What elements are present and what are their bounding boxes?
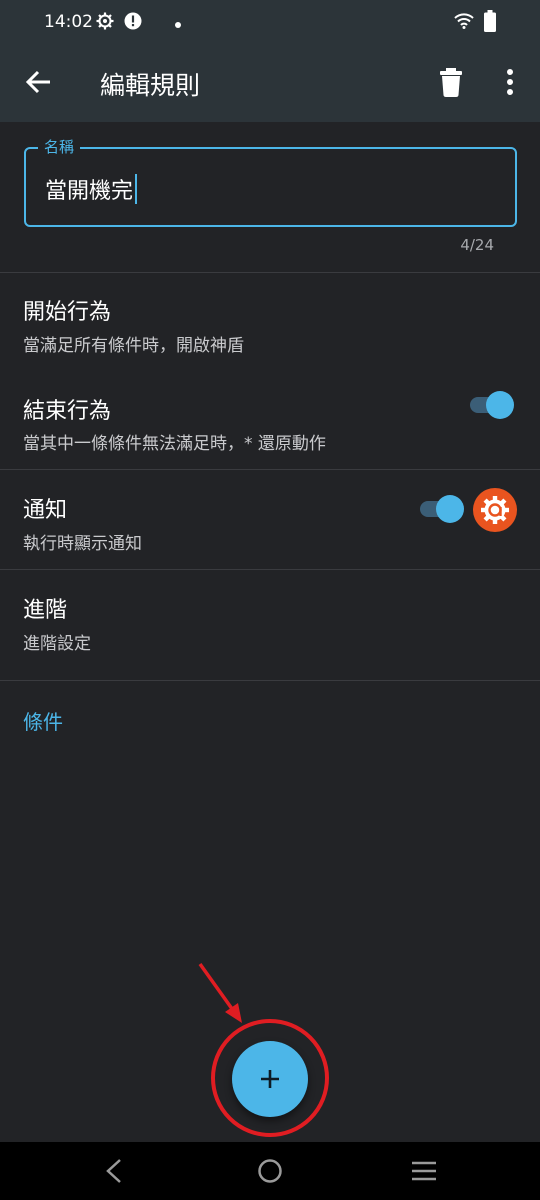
name-input[interactable]: 當開機完	[45, 173, 138, 205]
battery-icon	[484, 10, 496, 36]
add-condition-button[interactable]	[232, 1041, 308, 1117]
notification-title: 通知	[23, 498, 68, 523]
annotation-arrow-icon	[190, 955, 250, 1030]
end-action-toggle[interactable]	[468, 391, 514, 419]
text-caret	[135, 174, 138, 204]
navigation-bar	[0, 1142, 540, 1200]
divider	[0, 569, 540, 570]
conditions-header: 條件	[23, 710, 63, 734]
end-action-title: 結束行為	[23, 399, 112, 424]
toggle-thumb	[486, 391, 514, 419]
end-action-subtitle: 當其中一條條件無法滿足時，* 還原動作	[23, 434, 326, 454]
notification-toggle[interactable]	[418, 495, 464, 523]
dot-icon	[174, 14, 182, 33]
start-action-subtitle: 當滿足所有條件時，開啟神盾	[23, 336, 244, 356]
alert-icon	[124, 12, 142, 34]
advanced-subtitle: 進階設定	[23, 634, 91, 654]
status-icons-right	[454, 10, 496, 36]
settings-gear-icon	[96, 12, 114, 34]
notification-subtitle: 執行時顯示通知	[23, 534, 142, 554]
status-time: 14:02	[44, 12, 93, 32]
nav-back-icon[interactable]	[100, 1157, 128, 1189]
name-field-label: 名稱	[38, 136, 81, 157]
app-bar: 編輯規則	[0, 46, 540, 122]
advanced-title: 進階	[23, 598, 68, 623]
page-title: 編輯規則	[100, 71, 201, 100]
nav-home-icon[interactable]	[256, 1157, 284, 1189]
status-icons-left	[96, 12, 182, 34]
wifi-icon	[454, 13, 474, 33]
nav-recents-icon[interactable]	[410, 1160, 438, 1186]
divider	[0, 272, 540, 273]
trash-icon[interactable]	[436, 64, 466, 100]
divider	[0, 469, 540, 470]
back-arrow-icon[interactable]	[22, 64, 58, 100]
char-counter: 4/24	[460, 236, 494, 254]
name-input-value: 當開機完	[45, 179, 134, 204]
status-bar: 14:02	[0, 0, 540, 46]
toggle-thumb	[436, 495, 464, 523]
divider	[0, 680, 540, 681]
app-settings-icon[interactable]	[473, 488, 517, 532]
plus-icon	[261, 1070, 279, 1088]
more-vert-icon[interactable]	[496, 64, 524, 100]
start-action-title: 開始行為	[23, 300, 112, 325]
